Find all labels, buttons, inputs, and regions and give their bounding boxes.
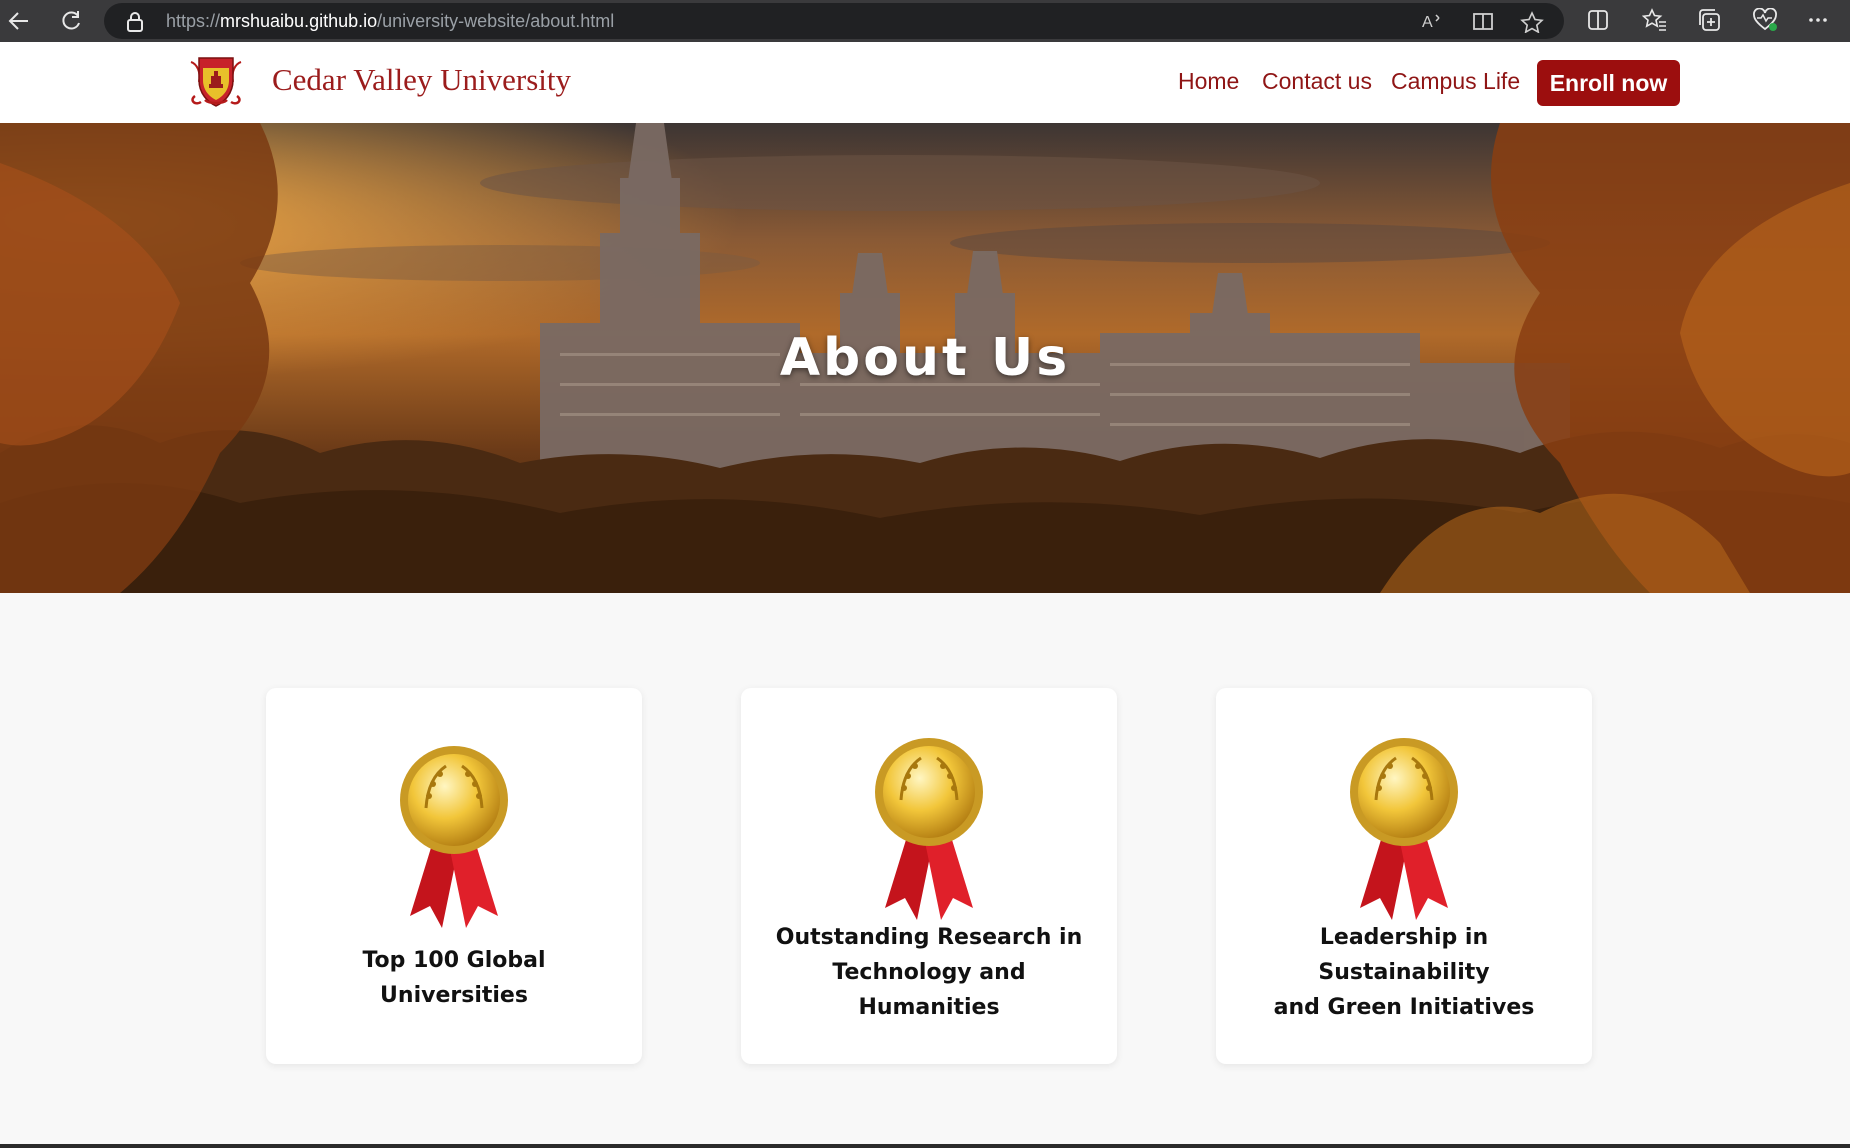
favorite-star-icon[interactable] [1520,11,1544,37]
achievement-line: Top 100 Global Universities [362,948,546,1008]
immersive-reader-icon[interactable] [1472,11,1496,37]
gold-medal-icon [1346,730,1462,924]
achievement-card: Top 100 Global Universities [266,688,642,1064]
gold-medal-icon [871,730,987,924]
achievement-line: Leadership in Sustainability [1318,925,1490,985]
site-header: Cedar Valley University Home Contact us … [0,42,1850,123]
achievement-line: Technology and Humanities [832,960,1026,1020]
achievement-line: Outstanding Research in [775,925,1083,950]
url-text[interactable]: https://mrshuaibu.github.io/university-w… [166,11,614,32]
split-screen-icon[interactable] [1586,8,1610,36]
page-bottom-border [0,1144,1850,1148]
enroll-now-button[interactable]: Enroll now [1537,60,1680,106]
achievement-card: Leadership in Sustainability and Green I… [1216,688,1592,1064]
browser-essentials-icon[interactable] [1752,7,1778,36]
lock-icon[interactable] [126,12,144,36]
url-host: mrshuaibu.github.io [220,11,378,31]
url-scheme: https:// [166,11,221,31]
favorites-icon[interactable] [1641,8,1668,36]
hero-title: About Us [779,328,1071,388]
achievement-line: and Green Initiatives [1273,995,1535,1020]
read-aloud-icon[interactable]: A [1422,11,1444,35]
nav-home-link[interactable]: Home [1178,68,1239,95]
back-icon[interactable] [2,4,36,38]
nav-campus-life-link[interactable]: Campus Life [1391,68,1520,95]
address-bar[interactable]: https://mrshuaibu.github.io/university-w… [104,3,1564,39]
achievement-title: Leadership in Sustainability and Green I… [1236,920,1572,1025]
site-name[interactable]: Cedar Valley University [272,62,571,98]
achievement-title: Top 100 Global Universities [286,943,622,1013]
gold-medal-icon [396,738,512,932]
browser-toolbar: https://mrshuaibu.github.io/university-w… [0,0,1850,42]
refresh-icon[interactable] [54,4,88,38]
achievement-title: Outstanding Research in Technology and H… [761,920,1097,1025]
more-icon[interactable] [1806,8,1830,36]
svg-text:A: A [1422,14,1433,31]
achievement-card: Outstanding Research in Technology and H… [741,688,1117,1064]
hero-banner: About Us [0,123,1850,593]
url-path: /university-website/about.html [377,11,615,31]
university-crest-logo[interactable] [187,54,245,114]
collections-icon[interactable] [1697,8,1723,36]
nav-contact-link[interactable]: Contact us [1262,68,1372,95]
